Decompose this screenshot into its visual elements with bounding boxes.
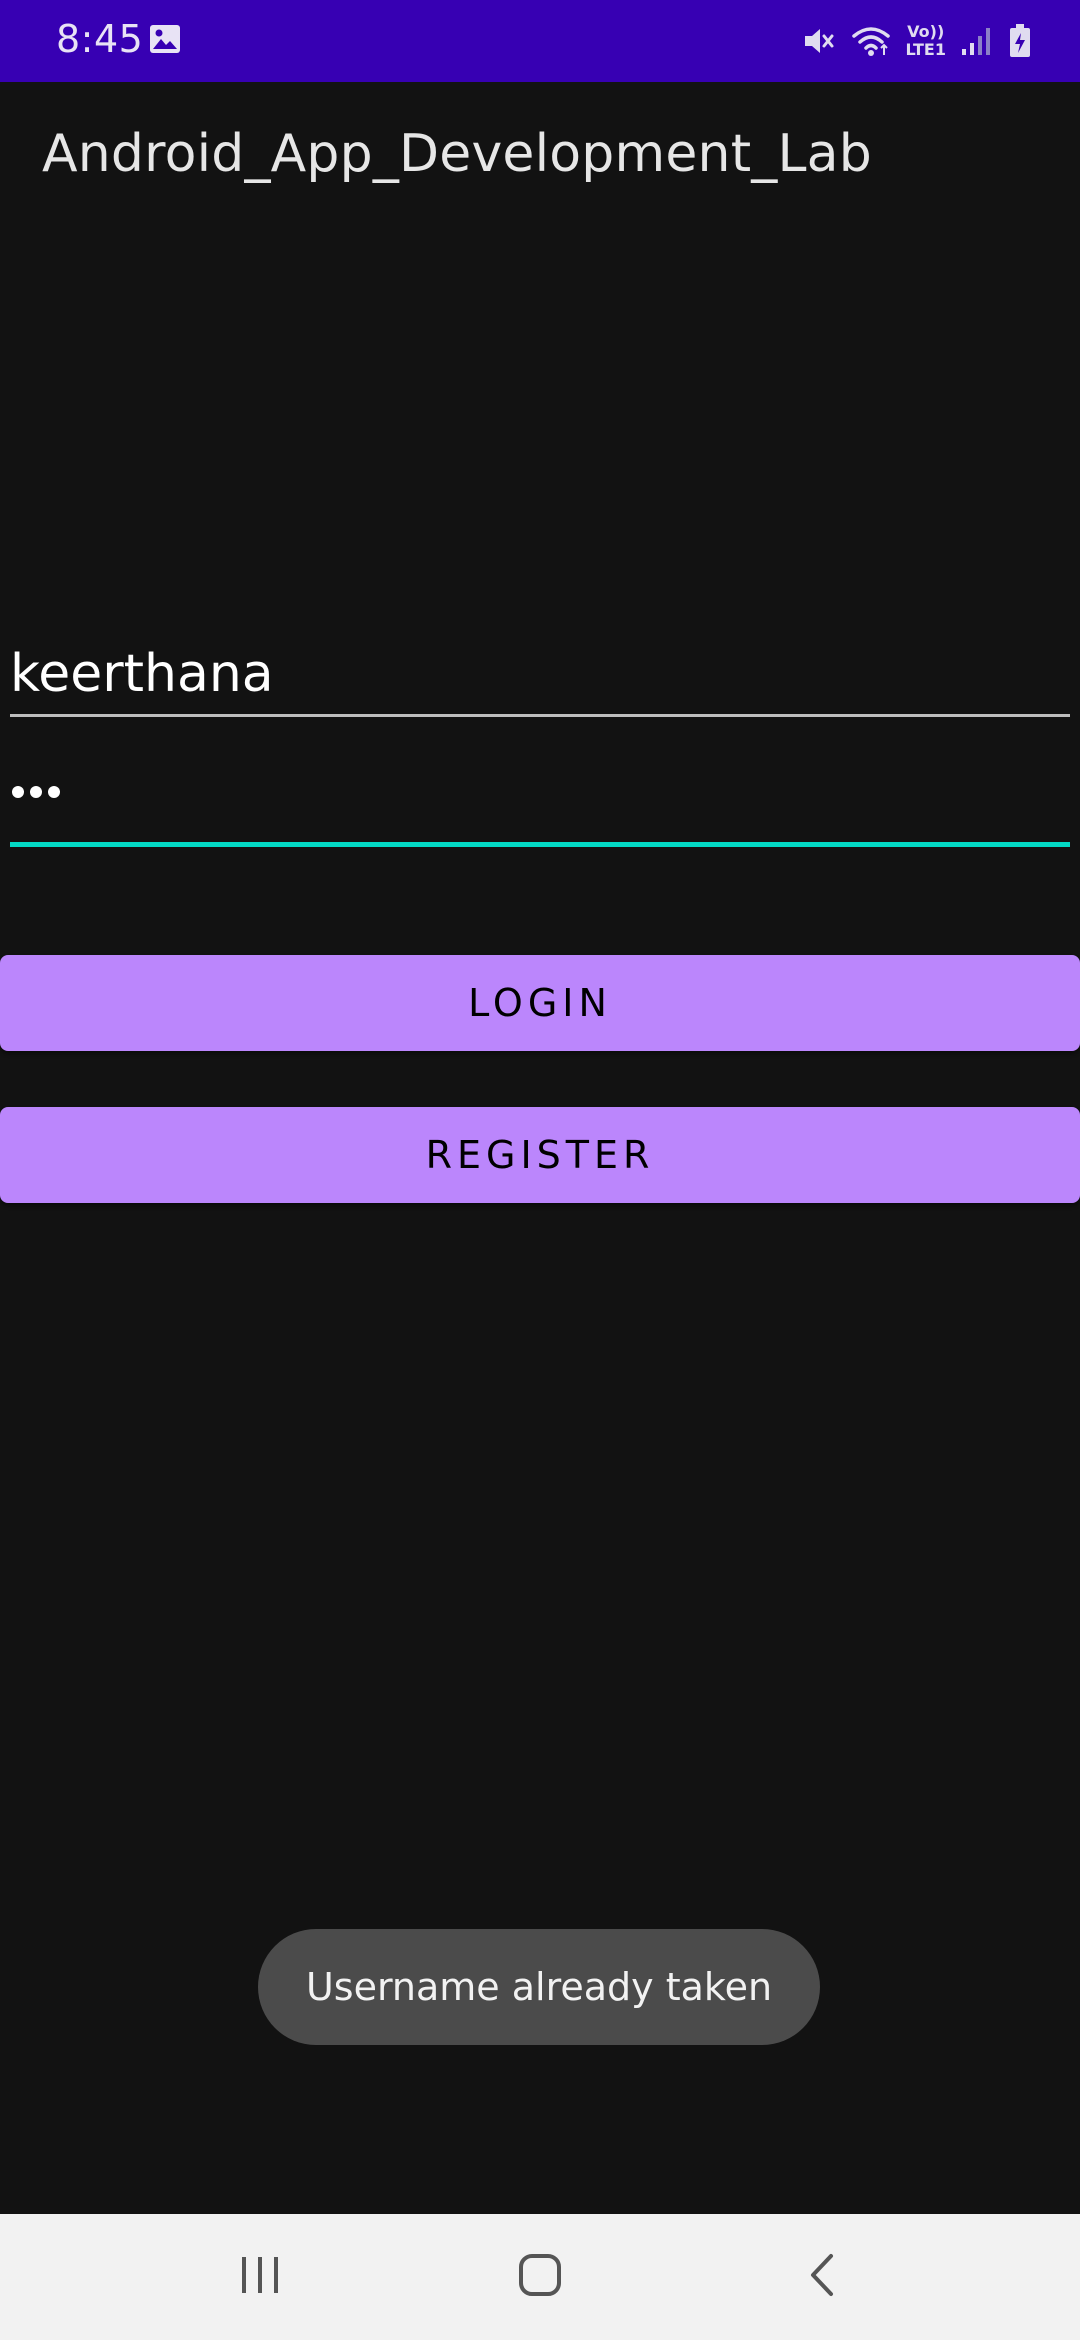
password-mask-dot [48, 786, 60, 798]
mute-icon [801, 23, 837, 59]
volte-top-label: Vo)) [907, 22, 945, 41]
password-mask-dot [30, 786, 42, 798]
signal-icon [960, 23, 994, 59]
recents-icon [238, 2254, 282, 2300]
back-icon [807, 2253, 837, 2301]
app-title: Android_App_Development_Lab [42, 124, 872, 184]
back-button[interactable] [752, 2214, 892, 2340]
navigation-bar [0, 2214, 1080, 2340]
status-time: 8:45 [56, 17, 144, 61]
password-mask [12, 786, 60, 798]
username-field[interactable]: keerthana [10, 636, 1070, 717]
username-value: keerthana [10, 644, 274, 704]
recents-button[interactable] [190, 2214, 330, 2340]
login-screen: 8:45 Vo)) LTE1 Android_App_Development_L… [0, 0, 1080, 2340]
password-field[interactable] [10, 760, 1070, 847]
password-mask-dot [12, 786, 24, 798]
toast-message: Username already taken [258, 1929, 820, 2045]
volte-bottom-label: LTE1 [905, 40, 946, 59]
wifi-icon [851, 23, 891, 59]
login-button[interactable]: LOGIN [0, 955, 1080, 1051]
home-button[interactable] [470, 2214, 610, 2340]
status-icons: Vo)) LTE1 [801, 18, 1032, 64]
register-button[interactable]: REGISTER [0, 1107, 1080, 1203]
gallery-icon [148, 22, 182, 56]
status-bar: 8:45 Vo)) LTE1 [0, 0, 1080, 82]
battery-icon [1008, 23, 1032, 59]
home-icon [518, 2253, 562, 2301]
volte-indicator: Vo)) LTE1 [905, 24, 946, 58]
